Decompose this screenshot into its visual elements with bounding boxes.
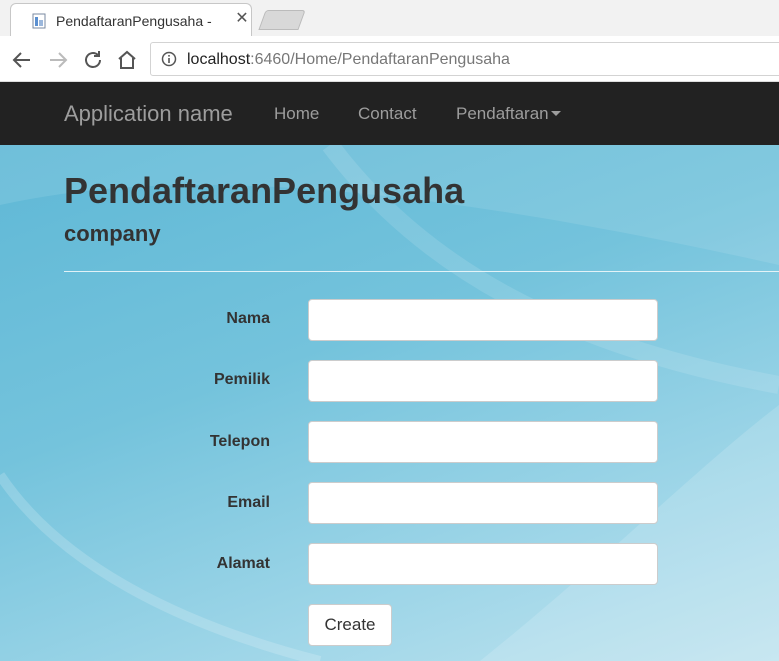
page-subtitle: company (64, 221, 161, 246)
url-path: :6460/Home/PendaftaranPengusaha (250, 51, 510, 68)
pemilik-label: Pemilik (213, 371, 270, 388)
caret-down-icon (550, 110, 561, 116)
main-content: PendaftaranPengusaha company Nama Pemili… (0, 145, 779, 661)
create-button[interactable]: Create (308, 604, 392, 646)
address-bar[interactable]: localhost:6460/Home/PendaftaranPengusaha (150, 42, 779, 76)
alamat-label: Alamat (216, 555, 270, 572)
new-tab-button[interactable] (258, 10, 306, 30)
back-icon[interactable] (10, 48, 34, 72)
reload-icon[interactable] (81, 48, 105, 72)
browser-tabstrip: PendaftaranPengusaha - ✕ (0, 0, 779, 37)
telepon-label: Telepon (209, 433, 270, 450)
nav-dropdown-pendaftaran[interactable]: Pendaftaran (456, 104, 561, 124)
nav-link-home[interactable]: Home (274, 104, 319, 124)
navbar-brand[interactable]: Application name (64, 101, 233, 127)
nama-label: Nama (226, 310, 270, 327)
url-host: localhost (187, 51, 251, 68)
close-tab-icon[interactable]: ✕ (233, 10, 251, 28)
divider (64, 271, 779, 272)
telepon-input[interactable] (308, 421, 658, 463)
forward-icon[interactable] (46, 48, 70, 72)
info-icon[interactable] (161, 51, 177, 67)
email-label: Email (227, 494, 270, 511)
pemilik-input[interactable] (308, 360, 658, 402)
nav-link-contact[interactable]: Contact (358, 104, 417, 124)
page-icon (32, 13, 46, 29)
email-input[interactable] (308, 482, 658, 524)
tab-title: PendaftaranPengusaha - (56, 13, 212, 29)
alamat-input[interactable] (308, 543, 658, 585)
browser-tab[interactable]: PendaftaranPengusaha - ✕ (10, 3, 252, 37)
page-title: PendaftaranPengusaha (64, 170, 465, 211)
nama-input[interactable] (308, 299, 658, 341)
nav-dropdown-label: Pendaftaran (456, 104, 549, 123)
app-navbar: Application name Home Contact Pendaftara… (0, 82, 779, 145)
url-text: localhost:6460/Home/PendaftaranPengusaha (187, 51, 510, 69)
browser-toolbar: localhost:6460/Home/PendaftaranPengusaha (0, 36, 779, 82)
home-icon[interactable] (115, 48, 139, 72)
